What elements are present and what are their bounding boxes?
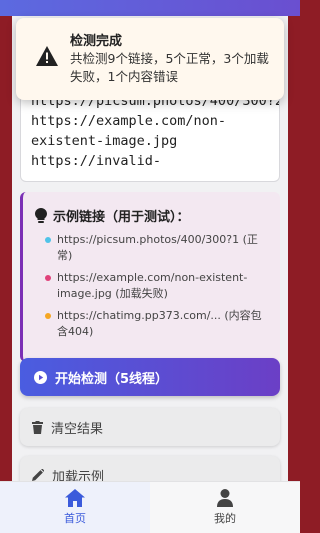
user-icon <box>217 489 233 507</box>
play-circle-icon <box>34 370 47 384</box>
example-item[interactable]: https://example.com/non-existent-image.j… <box>45 270 265 302</box>
bottom-navigation: 首页 我的 <box>0 481 300 533</box>
pencil-icon <box>32 469 44 481</box>
warning-icon <box>36 46 58 66</box>
toast-title: 检测完成 <box>70 34 123 49</box>
url-line: https://example.com/non- <box>31 113 227 129</box>
examples-title: 示例链接（用于测试）： <box>53 210 190 225</box>
start-check-button[interactable]: 开始检测（5线程） <box>20 358 280 396</box>
nav-home[interactable]: 首页 <box>0 482 150 533</box>
toast-message: 共检测9个链接，5个正常，3个加载失败，1个内容错误 <box>70 51 269 84</box>
clear-results-label: 清空结果 <box>51 421 104 437</box>
lightbulb-icon <box>35 208 47 223</box>
cyan-dot-icon <box>45 237 51 243</box>
nav-profile-label: 我的 <box>214 512 236 525</box>
clear-results-button[interactable]: 清空结果 <box>20 408 280 446</box>
example-item[interactable]: https://chatimg.pp373.com/... (内容包含404) <box>45 308 265 340</box>
header-bar <box>0 0 300 16</box>
example-text: https://chatimg.pp373.com/... (内容包含404) <box>57 309 262 338</box>
trash-icon <box>32 420 43 434</box>
orange-dot-icon <box>45 313 51 319</box>
examples-card: 示例链接（用于测试）： https://picsum.photos/400/30… <box>20 192 280 362</box>
example-text: https://picsum.photos/400/300?1 (正常) <box>57 233 258 262</box>
url-line: https://invalid- <box>31 153 162 169</box>
nav-profile[interactable]: 我的 <box>150 482 300 533</box>
pink-dot-icon <box>45 275 51 281</box>
url-input[interactable]: https://picsum.photos/400/300?2 https://… <box>20 86 280 182</box>
examples-heading: 示例链接（用于测试）： <box>35 206 190 225</box>
url-line: existent-image.jpg <box>31 133 178 149</box>
home-icon <box>65 489 85 507</box>
example-item[interactable]: https://picsum.photos/400/300?1 (正常) <box>45 232 265 264</box>
start-check-label: 开始检测（5线程） <box>55 371 169 387</box>
nav-home-label: 首页 <box>64 512 86 525</box>
example-text: https://example.com/non-existent-image.j… <box>57 271 248 300</box>
result-toast: 检测完成 共检测9个链接，5个正常，3个加载失败，1个内容错误 <box>16 18 284 100</box>
